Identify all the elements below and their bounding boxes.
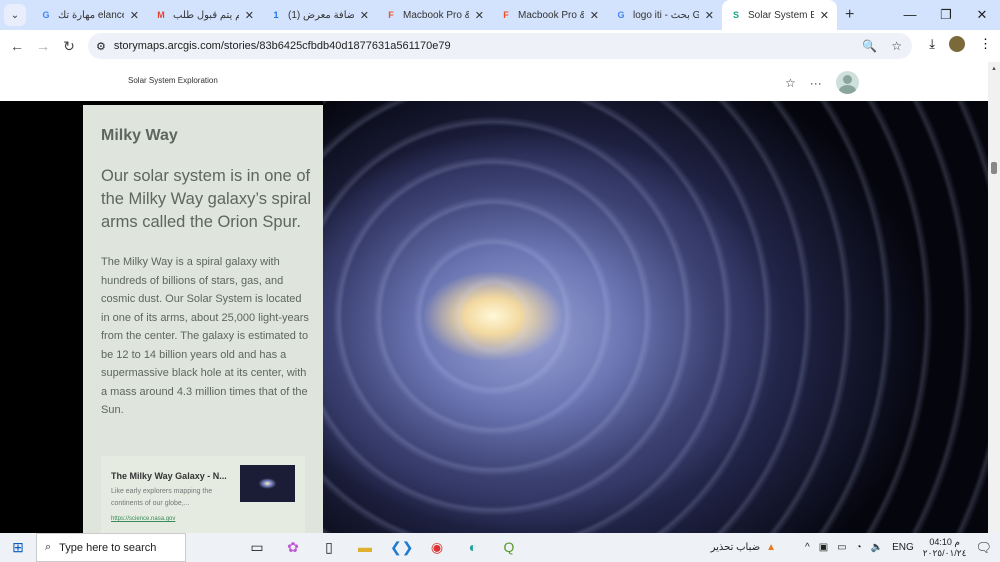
tab[interactable]: 1 (1) إضافة معرض ✕	[262, 0, 377, 30]
weather-text: ضباب تحذير	[710, 542, 761, 553]
close-window-button[interactable]: ✕	[964, 0, 1000, 30]
story-title: Solar System Exploration	[128, 76, 218, 85]
clock-time: 04:10 م	[929, 536, 960, 547]
tab-label: (1) إضافة معرض	[288, 9, 354, 21]
tab-favicon-icon: F	[388, 10, 394, 20]
menu-icon[interactable]: ⋮	[979, 36, 992, 52]
tab-favicon-icon: 1	[273, 10, 279, 20]
tab-favicon-icon: F	[503, 10, 509, 20]
tab-strip: ⌄ G مهارة تك elancer ✕ M لم يتم قبول طلب ✕ 1 (1…	[0, 0, 1000, 30]
qgis-icon[interactable]: Q	[498, 539, 520, 556]
lead-paragraph: Our solar system is in one of the Milky …	[101, 167, 311, 231]
clock[interactable]: 04:10 م ٢٠٢٥/٠١/٢٤	[923, 537, 967, 559]
minimize-button[interactable]: —	[892, 0, 928, 30]
tab-close-icon[interactable]: ✕	[245, 9, 254, 22]
show-hidden-icons[interactable]: ^	[805, 542, 810, 553]
scroll-thumb[interactable]	[991, 162, 997, 174]
back-button[interactable]: ←	[4, 38, 30, 54]
tab-close-icon[interactable]: ✕	[475, 9, 484, 22]
tab-label: logo iti - بحث G	[633, 9, 699, 21]
fog-warning-icon: ▲	[766, 542, 777, 553]
card-title: The Milky Way Galaxy - N...	[111, 471, 227, 481]
tab-label: Macbook Pro &	[403, 9, 469, 21]
task-view-icon[interactable]: ▭	[246, 539, 268, 556]
tab[interactable]: F Macbook Pro & ✕	[377, 0, 492, 30]
windows-start-icon[interactable]: ⊞	[0, 539, 36, 556]
tab-favicon-icon: S	[732, 10, 739, 20]
volume-icon[interactable]: 🔈	[871, 542, 883, 553]
battery-icon[interactable]: ▭	[837, 542, 846, 553]
tab-close-icon[interactable]: ✕	[590, 9, 599, 22]
tab-favicon-icon: G	[617, 10, 625, 20]
zoom-icon[interactable]: 🔍	[862, 39, 877, 53]
search-placeholder: Type here to search	[59, 541, 157, 554]
browser-toolbar: ← → ↻ ⚙ storymaps.arcgis.com/stories/83b…	[0, 30, 1000, 62]
search-icon: ⌕	[45, 541, 52, 553]
tab-favicon-icon: M	[157, 10, 165, 20]
tab-close-icon[interactable]: ✕	[820, 9, 829, 22]
edge-icon[interactable]: ◐	[462, 539, 484, 556]
tab-favicon-icon: G	[42, 10, 50, 20]
tab-label: Solar System Exp	[748, 9, 814, 21]
link-card[interactable]: The Milky Way Galaxy - N... Like early e…	[101, 456, 305, 533]
tab[interactable]: G مهارة تك elancer ✕	[32, 0, 147, 30]
taskbar: ⊞ ⌕ Type here to search ▭ ✿ ▯ ▬ ❮❯ ◉ ◐ Q…	[0, 533, 1000, 562]
tab-label: مهارة تك elancer	[58, 9, 124, 21]
notepad-icon[interactable]: ▯	[318, 539, 340, 556]
body-paragraph: The Milky Way is a spiral galaxy with hu…	[101, 256, 309, 416]
card-thumbnail	[240, 465, 295, 502]
site-info-icon[interactable]: ⚙	[96, 40, 106, 53]
bookmark-star-icon[interactable]: ☆	[891, 39, 902, 53]
card-link[interactable]: https://science.nasa.gov	[111, 516, 175, 522]
vscode-icon[interactable]: ❮❯	[390, 539, 413, 556]
card-description: Like early explorers mapping the contine…	[111, 488, 213, 507]
file-explorer-icon[interactable]: ▬	[354, 539, 376, 556]
taskbar-search[interactable]: ⌕ Type here to search	[36, 533, 186, 562]
tab[interactable]: Glogo iti - بحث G ✕	[607, 0, 722, 30]
section-heading: Milky Way	[101, 127, 178, 144]
meet-icon[interactable]: ▣	[819, 542, 828, 553]
chrome-icon[interactable]: ◉	[426, 539, 448, 556]
tab[interactable]: M لم يتم قبول طلب ✕	[147, 0, 262, 30]
language-indicator[interactable]: ENG	[892, 542, 914, 553]
more-options-icon[interactable]: ···	[810, 76, 822, 90]
weather-widget[interactable]: ضباب تحذير ▲	[711, 542, 776, 553]
address-bar[interactable]: ⚙ storymaps.arcgis.com/stories/83b6425cf…	[88, 33, 912, 59]
notifications-icon[interactable]: 🗨	[975, 540, 992, 556]
forward-button[interactable]: →	[30, 38, 56, 54]
tab-close-icon[interactable]: ✕	[130, 9, 139, 22]
download-icon[interactable]: ⤓	[929, 36, 935, 52]
tab-close-icon[interactable]: ✕	[360, 9, 369, 22]
reload-button[interactable]: ↻	[56, 38, 82, 55]
url-text: storymaps.arcgis.com/stories/83b6425cfbd…	[113, 40, 451, 52]
milky-way-image	[323, 101, 988, 533]
tab-label: لم يتم قبول طلب	[173, 9, 239, 21]
user-avatar[interactable]	[835, 71, 859, 94]
scroll-up-icon[interactable]: ▲	[991, 66, 997, 72]
scrollbar[interactable]: ▲	[988, 62, 1000, 533]
restore-button[interactable]: ❐	[928, 0, 964, 30]
tab[interactable]: S Solar System Exp ✕	[722, 0, 837, 30]
clock-date: ٢٠٢٥/٠١/٢٤	[922, 547, 967, 558]
profile-avatar[interactable]	[949, 36, 965, 52]
story-text-panel: Milky Way Our solar system is in one of …	[83, 105, 323, 533]
new-tab-button[interactable]: +	[845, 6, 854, 24]
copilot-icon[interactable]: ✿	[282, 539, 304, 556]
story-header: Solar System Exploration ☆ ···	[0, 62, 988, 101]
favorite-star-icon[interactable]: ☆	[785, 76, 796, 90]
tab[interactable]: F Macbook Pro & ✕	[492, 0, 607, 30]
tab-close-icon[interactable]: ✕	[705, 9, 714, 22]
tab-search-button[interactable]: ⌄	[4, 4, 26, 26]
tab-label: Macbook Pro &	[518, 9, 584, 21]
wifi-icon[interactable]: ◔	[856, 542, 862, 553]
